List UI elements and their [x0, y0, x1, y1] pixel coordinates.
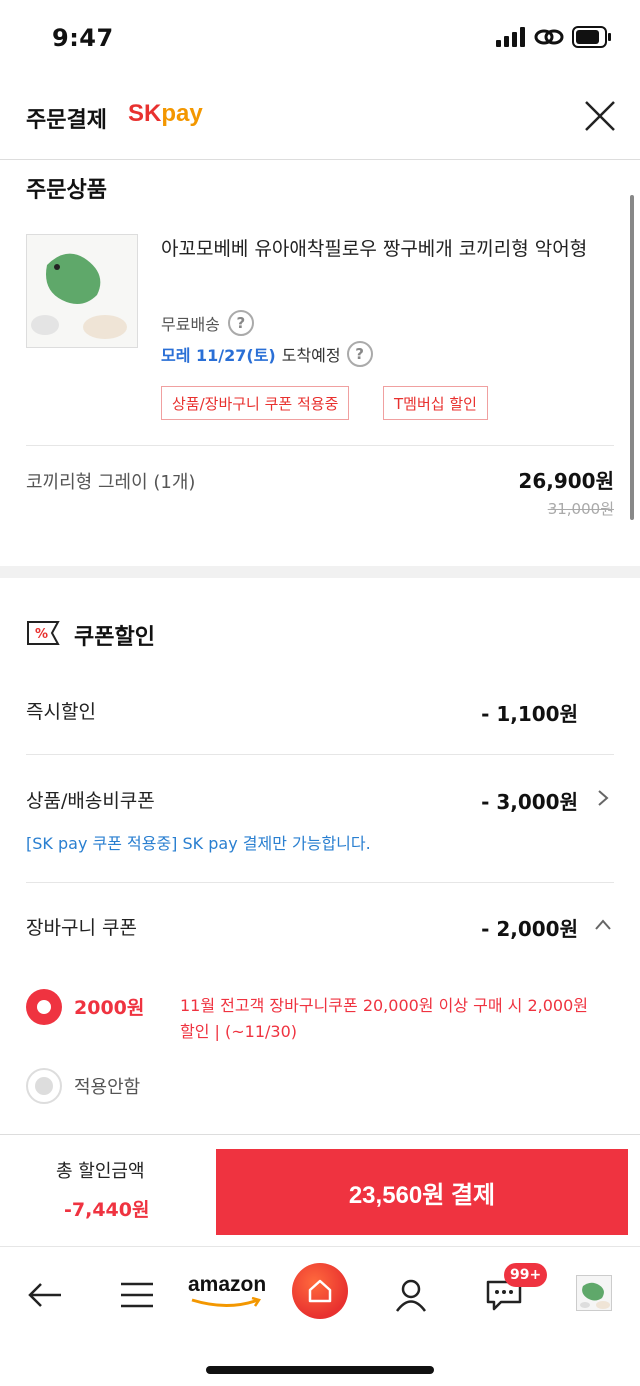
cart-coupon-value[interactable]: - 2,000원 [481, 913, 578, 942]
product-coupon-value[interactable]: - 3,000원 [481, 786, 578, 815]
back-button[interactable] [17, 1267, 73, 1323]
total-discount-value: -7,440원 [64, 1199, 150, 1221]
divider [26, 754, 614, 755]
home-icon [308, 1279, 332, 1303]
signal-icon [496, 27, 525, 47]
no-coupon-radio[interactable] [26, 1068, 62, 1104]
coupon-icon: % [27, 621, 60, 645]
skpay-coupon-notice: [SK pay 쿠폰 적용중] SK pay 결제만 가능합니다. [26, 834, 371, 853]
coupon-option-amount[interactable]: 2000원 [74, 993, 144, 1020]
skpay-logo: SKpay [128, 100, 203, 128]
home-button[interactable] [292, 1263, 348, 1319]
help-icon[interactable]: ? [227, 310, 254, 336]
status-icons [496, 26, 612, 48]
cart-coupon-label[interactable]: 장바구니 쿠폰 [26, 913, 137, 940]
amazon-smile-icon [191, 1297, 261, 1307]
shipping-label: 무료배송 [161, 315, 220, 334]
user-icon [395, 1279, 427, 1312]
bottom-nav: amazon 99+ [0, 1246, 640, 1386]
brand-pay: pay [161, 100, 203, 127]
order-section-title: 주문상품 [26, 178, 107, 203]
arrow-left-icon [28, 1283, 61, 1307]
divider [26, 445, 614, 446]
product-coupon-label[interactable]: 상품/배송비쿠폰 [26, 786, 155, 813]
recent-item-thumbnail[interactable] [576, 1275, 612, 1311]
product-image[interactable] [26, 234, 138, 348]
pay-button[interactable]: 23,560원 결제 [216, 1149, 628, 1235]
amazon-button[interactable]: amazon [188, 1273, 268, 1309]
thumbnail-image [580, 1282, 610, 1309]
shipping-info: 무료배송 ? [161, 310, 254, 336]
brand-sk: SK [128, 100, 162, 127]
coupon-radio-selected[interactable] [26, 989, 62, 1025]
no-coupon-label[interactable]: 적용안함 [74, 1073, 140, 1099]
original-price: 31,000원 [547, 500, 614, 518]
status-time: 9:47 [52, 24, 114, 52]
help-icon[interactable]: ? [346, 341, 373, 367]
divider [26, 882, 614, 883]
instant-discount-value: - 1,100원 [481, 702, 578, 726]
home-indicator [206, 1366, 434, 1374]
product-option: 코끼리형 그레이 (1개) [26, 472, 196, 493]
total-discount-label: 총 할인금액 [56, 1161, 145, 1182]
close-icon[interactable] [582, 98, 618, 134]
page-title: 주문결제 [26, 108, 107, 133]
payment-bar: 총 할인금액 -7,440원 23,560원 결제 [0, 1134, 640, 1246]
link-icon [534, 29, 564, 45]
menu-icon [121, 1282, 153, 1308]
product-illustration [27, 235, 137, 347]
membership-tag: T멤버십 할인 [383, 386, 488, 420]
scrollbar[interactable] [630, 195, 634, 520]
arrival-suffix: 도착예정 [281, 346, 341, 365]
chevron-up-icon[interactable] [594, 916, 612, 934]
chevron-right-icon[interactable] [594, 789, 612, 807]
instant-discount-label: 즉시할인 [26, 701, 96, 723]
coupon-applied-tag: 상품/장바구니 쿠폰 적용중 [161, 386, 350, 420]
battery-icon [572, 26, 611, 48]
menu-button[interactable] [109, 1267, 165, 1323]
coupon-option-desc: 11월 전고객 장바구니쿠폰 20,000원 이상 구매 시 2,000원 할인… [180, 996, 588, 1041]
coupon-section-title: 쿠폰할인 [74, 625, 155, 650]
arrival-date: 모레 11/27(토) [161, 346, 276, 365]
product-name[interactable]: 아꼬모베베 유아애착필로우 짱구베개 코끼리형 악어형 [161, 234, 621, 264]
product-price: 26,900원 [518, 469, 614, 493]
section-separator [0, 566, 640, 578]
page-header: 주문결제 SKpay [0, 80, 640, 160]
amazon-label: amazon [188, 1273, 267, 1296]
svg-text:%: % [35, 627, 48, 642]
arrival-info: 모레 11/27(토) 도착예정 ? [161, 341, 373, 367]
notification-badge: 99+ [504, 1263, 548, 1287]
status-bar: 9:47 [0, 0, 640, 80]
my-page-button[interactable] [383, 1267, 439, 1323]
